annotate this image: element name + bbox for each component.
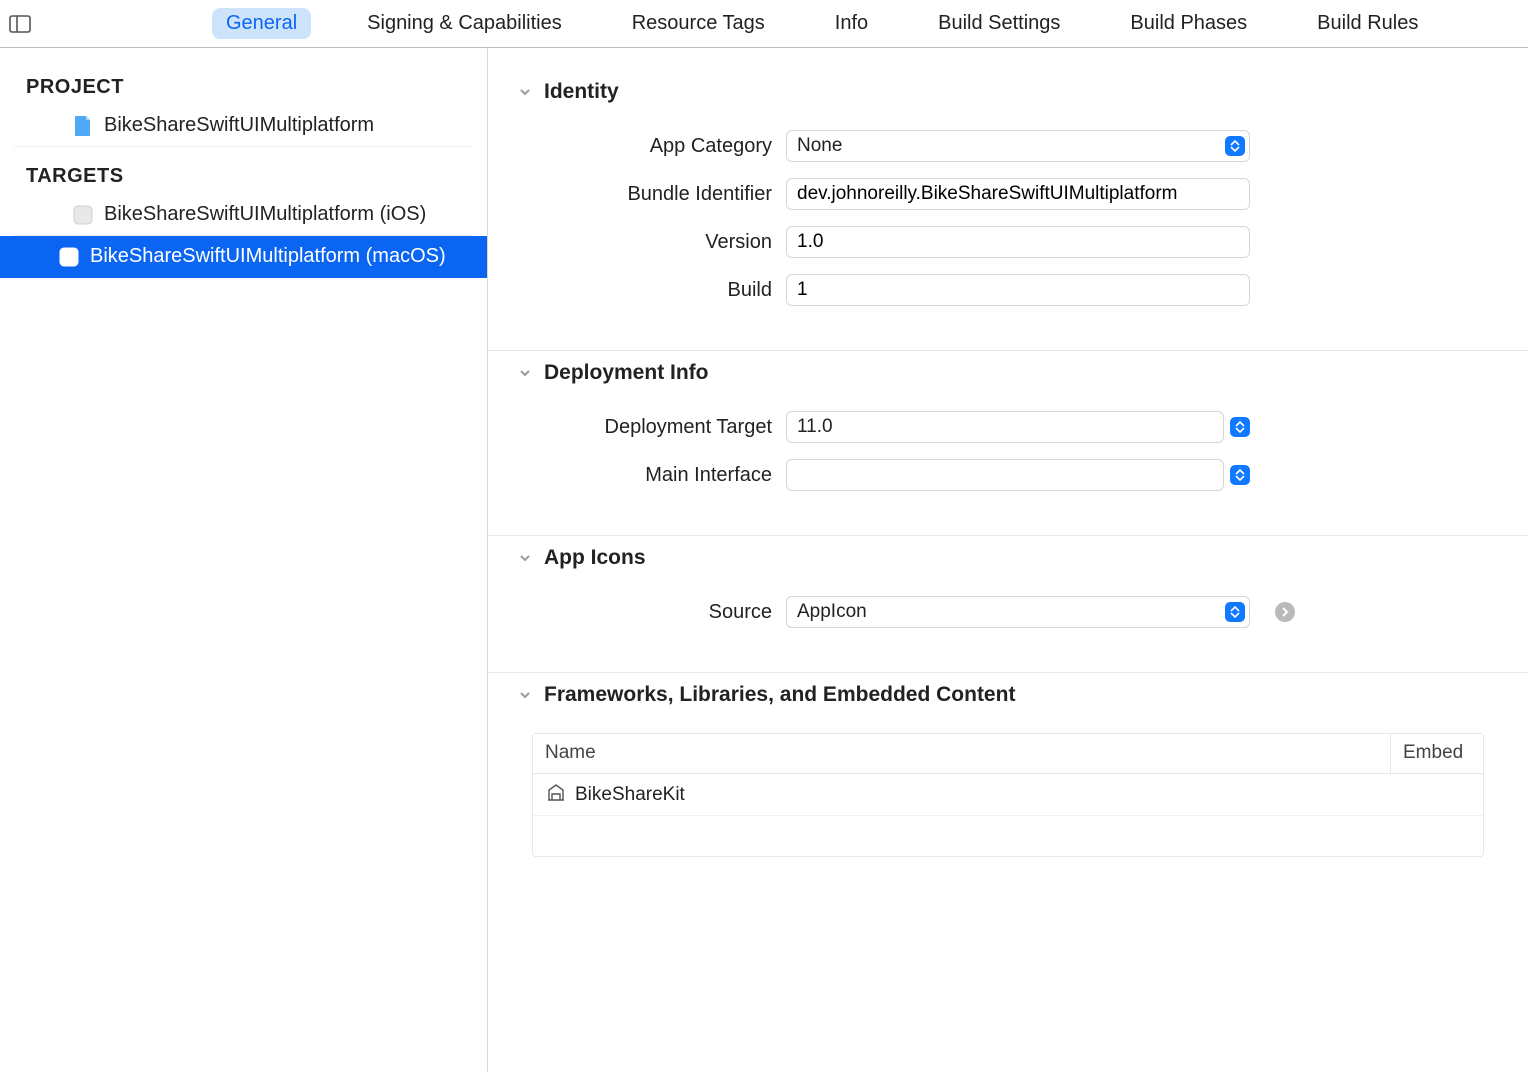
- section-title: Frameworks, Libraries, and Embedded Cont…: [544, 683, 1015, 707]
- section-identity: Identity App Category None Bundle Identi…: [488, 70, 1528, 351]
- frameworks-table: Name Embed BikeShareKit: [532, 733, 1484, 857]
- updown-icon[interactable]: [1230, 417, 1250, 437]
- section-appicons: App Icons Source AppIcon: [488, 536, 1528, 673]
- tab-general[interactable]: General: [212, 8, 311, 39]
- build-field[interactable]: [786, 274, 1250, 306]
- tab-signing-capabilities[interactable]: Signing & Capabilities: [353, 8, 576, 39]
- tab-build-rules[interactable]: Build Rules: [1303, 8, 1432, 39]
- sidebar-toggle-icon[interactable]: [8, 12, 32, 36]
- sidebar-heading-project: PROJECT: [0, 70, 487, 105]
- section-title: App Icons: [544, 546, 646, 570]
- sidebar-target-label: BikeShareSwiftUIMultiplatform (iOS): [104, 203, 426, 226]
- build-label: Build: [554, 279, 772, 302]
- library-icon: [545, 781, 567, 809]
- tab-resource-tags[interactable]: Resource Tags: [618, 8, 779, 39]
- deploy-target-field[interactable]: 11.0: [786, 411, 1224, 443]
- main-interface-label: Main Interface: [554, 464, 772, 487]
- frameworks-col-name[interactable]: Name: [533, 734, 1391, 773]
- frameworks-col-embed[interactable]: Embed: [1391, 734, 1483, 773]
- appicon-source-label: Source: [554, 601, 772, 624]
- sidebar-heading-targets: TARGETS: [0, 159, 487, 194]
- app-category-label: App Category: [554, 135, 772, 158]
- app-category-select[interactable]: None: [786, 130, 1250, 162]
- section-deployment: Deployment Info Deployment Target 11.0: [488, 351, 1528, 536]
- bundle-id-input[interactable]: [797, 183, 1239, 205]
- updown-icon: [1225, 602, 1245, 622]
- tab-build-settings[interactable]: Build Settings: [924, 8, 1074, 39]
- sidebar-target-item[interactable]: BikeShareSwiftUIMultiplatform (macOS): [0, 236, 487, 278]
- appicon-source-select[interactable]: AppIcon: [786, 596, 1250, 628]
- sidebar-project-item[interactable]: BikeShareSwiftUIMultiplatform: [14, 105, 473, 147]
- arrow-circle-right-icon[interactable]: [1274, 601, 1296, 623]
- xcodeproj-icon: [72, 115, 94, 137]
- updown-icon[interactable]: [1230, 465, 1250, 485]
- bundle-id-field[interactable]: [786, 178, 1250, 210]
- chevron-down-icon[interactable]: [518, 85, 532, 99]
- framework-name: BikeShareKit: [575, 784, 685, 806]
- updown-icon: [1225, 136, 1245, 156]
- sidebar-project-label: BikeShareSwiftUIMultiplatform: [104, 114, 374, 137]
- bundle-id-label: Bundle Identifier: [554, 183, 772, 206]
- tab-info[interactable]: Info: [821, 8, 882, 39]
- chevron-down-icon[interactable]: [518, 551, 532, 565]
- framework-row[interactable]: BikeShareKit: [533, 774, 1483, 816]
- version-label: Version: [554, 231, 772, 254]
- tab-build-phases[interactable]: Build Phases: [1116, 8, 1261, 39]
- chevron-down-icon[interactable]: [518, 688, 532, 702]
- frameworks-empty-row: [533, 816, 1483, 856]
- sidebar-target-item[interactable]: BikeShareSwiftUIMultiplatform (iOS): [14, 194, 473, 236]
- app-icon: [72, 204, 94, 226]
- top-tab-bar: General Signing & Capabilities Resource Ta…: [0, 0, 1528, 48]
- project-sidebar: PROJECT BikeShareSwiftUIMultiplatform TA…: [0, 48, 488, 1072]
- section-title: Identity: [544, 80, 619, 104]
- editor-pane: Identity App Category None Bundle Identi…: [488, 48, 1528, 1072]
- sidebar-target-label: BikeShareSwiftUIMultiplatform (macOS): [90, 245, 446, 268]
- app-icon: [58, 246, 80, 268]
- build-input[interactable]: [797, 279, 1239, 301]
- main-interface-field[interactable]: [786, 459, 1224, 491]
- version-input[interactable]: [797, 231, 1239, 253]
- deploy-target-label: Deployment Target: [554, 416, 772, 439]
- version-field[interactable]: [786, 226, 1250, 258]
- section-frameworks: Frameworks, Libraries, and Embedded Cont…: [488, 673, 1528, 885]
- section-title: Deployment Info: [544, 361, 709, 385]
- chevron-down-icon[interactable]: [518, 366, 532, 380]
